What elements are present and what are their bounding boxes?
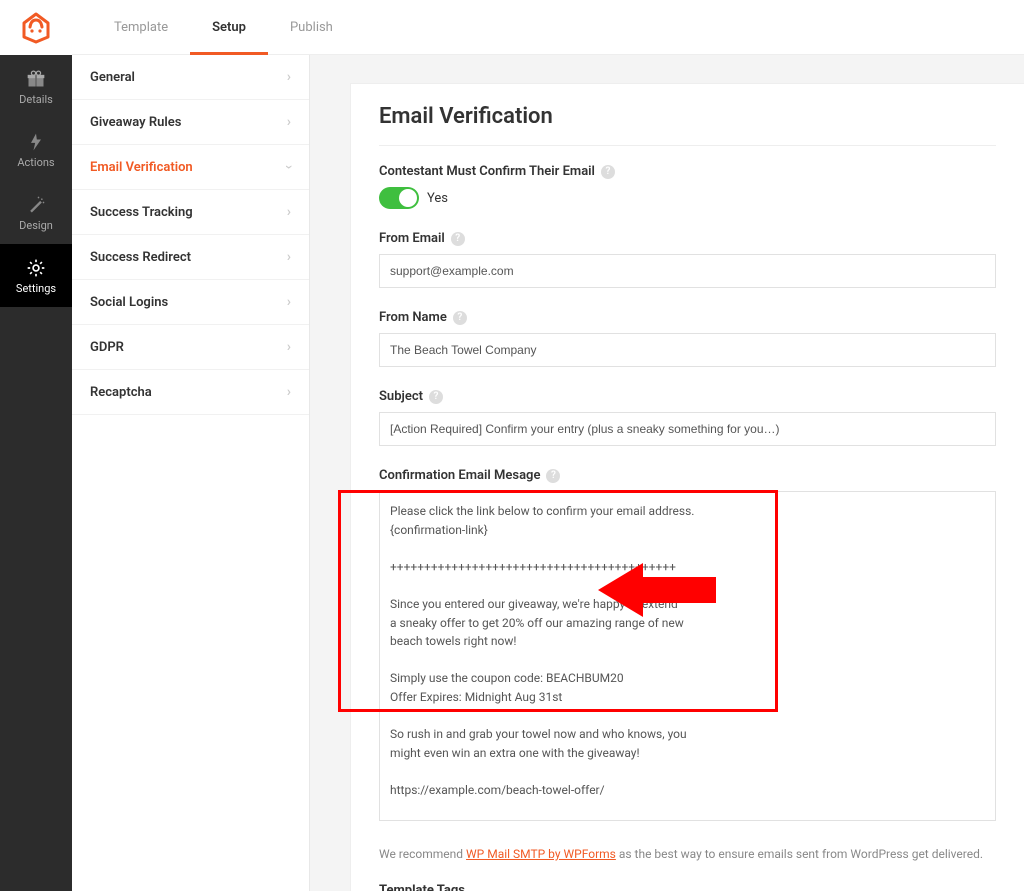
rail-label: Actions [17,156,54,169]
message-label: Confirmation Email Mesage [379,468,540,483]
subject-label: Subject [379,389,423,404]
from-email-label: From Email [379,231,445,246]
rail-item-settings[interactable]: Settings [0,244,72,307]
submenu-success-redirect[interactable]: Success Redirect › [72,235,309,280]
submenu-label: Email Verification [90,160,193,175]
help-icon[interactable]: ? [601,165,615,179]
field-subject: Subject ? [379,389,996,446]
bolt-icon [26,132,46,152]
chevron-right-icon: › [287,204,291,220]
rail-label: Design [19,219,53,232]
field-from-email: From Email ? [379,231,996,288]
tab-publish[interactable]: Publish [268,0,355,55]
submenu-recaptcha[interactable]: Recaptcha › [72,370,309,415]
chevron-right-icon: › [287,249,291,265]
confirm-label: Contestant Must Confirm Their Email [379,164,595,179]
help-icon[interactable]: ? [546,469,560,483]
submenu-giveaway-rules[interactable]: Giveaway Rules › [72,100,309,145]
help-icon[interactable]: ? [453,311,467,325]
reco-link[interactable]: WP Mail SMTP by WPForms [466,847,616,861]
submenu-label: Success Tracking [90,205,193,220]
from-email-input[interactable] [379,254,996,288]
submenu-social-logins[interactable]: Social Logins › [72,280,309,325]
left-rail: Details Actions Design Settings [0,0,72,891]
settings-submenu: General › Giveaway Rules › Email Verific… [72,55,310,891]
chevron-right-icon: › [287,384,291,400]
tab-template[interactable]: Template [92,0,190,55]
chevron-right-icon: › [287,114,291,130]
submenu-label: GDPR [90,340,124,355]
submenu-label: Social Logins [90,295,168,310]
top-tabs: Template Setup Publish [72,0,1024,55]
panel-title: Email Verification [379,104,996,146]
reco-post: as the best way to ensure emails sent fr… [616,847,983,861]
submenu-label: Giveaway Rules [90,115,181,130]
recommendation-text: We recommend WP Mail SMTP by WPForms as … [379,847,996,861]
app-logo-icon [20,12,52,44]
field-from-name: From Name ? [379,310,996,367]
toggle-value: Yes [427,191,448,206]
reco-pre: We recommend [379,847,466,861]
submenu-label: General [90,70,135,85]
gift-icon [26,69,46,89]
email-verification-panel: Email Verification Contestant Must Confi… [350,83,1024,891]
message-textarea[interactable] [379,491,996,821]
logo-slot [0,0,72,55]
chevron-down-icon: › [281,165,297,169]
from-name-label: From Name [379,310,447,325]
rail-label: Details [19,93,53,106]
gear-icon [26,258,46,278]
chevron-right-icon: › [287,339,291,355]
content-area: Email Verification Contestant Must Confi… [310,55,1024,891]
submenu-gdpr[interactable]: GDPR › [72,325,309,370]
rail-item-design[interactable]: Design [0,181,72,244]
help-icon[interactable]: ? [451,232,465,246]
from-name-input[interactable] [379,333,996,367]
rail-label: Settings [16,282,56,295]
wand-icon [26,195,46,215]
confirm-toggle[interactable] [379,187,419,209]
chevron-right-icon: › [287,69,291,85]
rail-item-actions[interactable]: Actions [0,118,72,181]
submenu-label: Success Redirect [90,250,191,265]
submenu-general[interactable]: General › [72,55,309,100]
tab-setup[interactable]: Setup [190,0,268,55]
field-confirm-toggle: Contestant Must Confirm Their Email ? Ye… [379,164,996,209]
chevron-right-icon: › [287,294,291,310]
help-icon[interactable]: ? [429,390,443,404]
field-message: Confirmation Email Mesage ? [379,468,996,825]
submenu-email-verification[interactable]: Email Verification › [72,145,309,190]
subject-input[interactable] [379,412,996,446]
rail-item-details[interactable]: Details [0,55,72,118]
submenu-label: Recaptcha [90,385,152,400]
submenu-success-tracking[interactable]: Success Tracking › [72,190,309,235]
template-tags-title: Template Tags [379,883,996,891]
